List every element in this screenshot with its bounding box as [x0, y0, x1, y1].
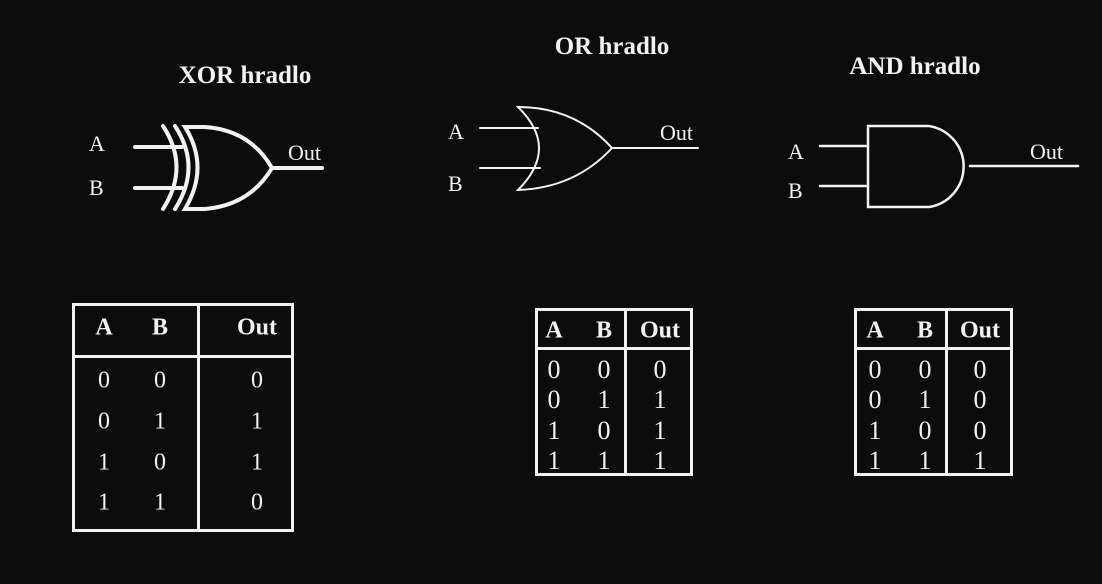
- table-header-cell: Out: [639, 317, 681, 344]
- or-input-b-label: B: [448, 171, 463, 196]
- table-cell: 0: [154, 449, 166, 476]
- table-cell: 1: [653, 416, 667, 445]
- table-header-cell: Out: [959, 317, 1001, 344]
- or-output-label: Out: [660, 120, 693, 145]
- table-header-cell: B: [595, 317, 613, 344]
- column-divider: [197, 306, 200, 529]
- xor-output-label: Out: [288, 140, 321, 165]
- table-cell: 1: [251, 408, 263, 435]
- table-cell: 1: [868, 446, 882, 475]
- table-cell: 1: [973, 446, 987, 475]
- table-cell: 0: [597, 416, 611, 445]
- header-divider: [857, 347, 1010, 350]
- or-truth-table: A B Out 0 0 0 0 1 1 1 0 1 1 1 1: [535, 308, 693, 476]
- header-divider: [538, 347, 690, 350]
- table-cell: 0: [973, 416, 987, 445]
- header-divider: [75, 355, 291, 358]
- table-cell: 1: [547, 416, 561, 445]
- table-cell: 0: [547, 385, 561, 414]
- table-cell: 1: [868, 416, 882, 445]
- table-cell: 1: [597, 446, 611, 475]
- column-divider: [624, 311, 627, 473]
- table-cell: 0: [251, 489, 263, 516]
- table-cell: 0: [653, 355, 667, 384]
- xor-gate-icon: [133, 124, 324, 211]
- column-divider: [945, 311, 948, 473]
- table-header-cell: Out: [236, 314, 278, 341]
- table-header-cell: A: [95, 314, 113, 341]
- table-cell: 1: [653, 446, 667, 475]
- table-header-cell: A: [545, 317, 563, 344]
- table-cell: 0: [98, 367, 110, 394]
- table-cell: 0: [154, 367, 166, 394]
- xor-input-a-label: A: [89, 131, 105, 156]
- table-cell: 0: [251, 367, 263, 394]
- and-input-b-label: B: [788, 178, 803, 203]
- table-cell: 0: [973, 355, 987, 384]
- table-cell: 1: [98, 449, 110, 476]
- table-cell: 1: [98, 489, 110, 516]
- table-cell: 1: [547, 446, 561, 475]
- table-cell: 1: [918, 385, 932, 414]
- table-cell: 0: [597, 355, 611, 384]
- table-cell: 0: [547, 355, 561, 384]
- table-cell: 0: [868, 385, 882, 414]
- table-cell: 0: [918, 355, 932, 384]
- xor-input-b-label: B: [89, 175, 104, 200]
- xor-truth-table: A B Out 0 0 0 0 1 1 1 0 1 1 1 0: [72, 303, 294, 532]
- and-input-a-label: A: [788, 139, 804, 164]
- table-cell: 1: [597, 385, 611, 414]
- table-cell: 1: [154, 489, 166, 516]
- and-truth-table: A B Out 0 0 0 0 1 0 1 0 0 1 1 1: [854, 308, 1013, 476]
- table-cell: 0: [98, 408, 110, 435]
- table-cell: 0: [868, 355, 882, 384]
- table-cell: 0: [918, 416, 932, 445]
- table-cell: 1: [653, 385, 667, 414]
- or-input-a-label: A: [448, 119, 464, 144]
- table-cell: 0: [973, 385, 987, 414]
- table-cell: 1: [918, 446, 932, 475]
- and-output-label: Out: [1030, 139, 1063, 164]
- table-header-cell: B: [916, 317, 934, 344]
- table-header-cell: B: [151, 314, 169, 341]
- table-cell: 1: [154, 408, 166, 435]
- table-header-cell: A: [866, 317, 884, 344]
- table-cell: 1: [251, 449, 263, 476]
